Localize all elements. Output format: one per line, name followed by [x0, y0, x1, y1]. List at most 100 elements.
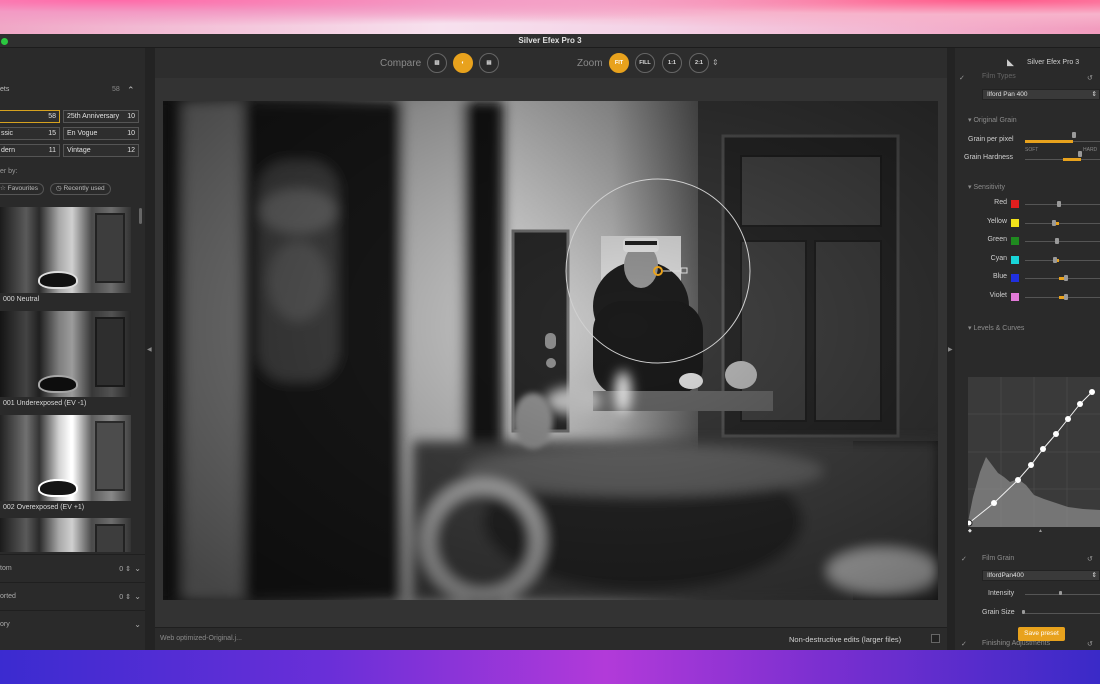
- preset-thumbnail-overexposed[interactable]: [0, 415, 131, 501]
- film-grain-label: Film Grain: [982, 555, 1015, 562]
- chevron-updown-icon: ⇕: [1091, 572, 1097, 579]
- grain-hardness-knob[interactable]: [1078, 151, 1082, 157]
- grain-hard-label: HARD: [1083, 147, 1098, 153]
- zoom-1-1-button[interactable]: 1:1: [662, 53, 682, 73]
- midpoint-handle[interactable]: ▲: [1038, 528, 1043, 534]
- intensity-label: Intensity: [988, 590, 1015, 597]
- presets-header-count: 58: [112, 86, 120, 93]
- photo-preview[interactable]: [163, 101, 938, 600]
- right-panel-collapse-handle[interactable]: ▶: [947, 48, 955, 650]
- checkmark-icon[interactable]: ✓: [959, 74, 965, 82]
- sensitivity-slider-cyan[interactable]: [1025, 259, 1100, 261]
- grain-hardness-label: Grain Hardness: [964, 154, 1014, 161]
- zoom-stepper-icon[interactable]: ⇕: [712, 58, 719, 67]
- left-panel-collapse-handle[interactable]: ◀: [145, 48, 155, 650]
- chevron-down-icon[interactable]: ⌄: [134, 592, 141, 601]
- black-point-handle[interactable]: ◆: [968, 528, 972, 534]
- split-view-icon: ◐: [461, 60, 465, 66]
- finishing-adjustments-label: Finishing Adjustments: [982, 640, 1051, 647]
- sensitivity-slider-yellow[interactable]: [1025, 222, 1100, 224]
- preset-category-vintage[interactable]: Vintage 12: [63, 144, 139, 157]
- compare-original-button[interactable]: ▤: [479, 53, 499, 73]
- chevron-down-icon[interactable]: ⌄: [134, 620, 141, 629]
- sensitivity-label-green: Green: [987, 236, 1007, 243]
- left-section-custom[interactable]: tom 0 ⇕ ⌄: [0, 554, 145, 582]
- reset-icon[interactable]: ↺: [1087, 640, 1093, 648]
- preset-thumbnail-neutral[interactable]: [0, 207, 131, 293]
- sensitivity-knob-red[interactable]: [1056, 201, 1061, 207]
- zoom-2-1-button[interactable]: 2:1: [689, 53, 709, 73]
- levels-curves-section[interactable]: ▾ Levels & Curves: [968, 324, 1024, 332]
- left-section-history[interactable]: ory ⌄: [0, 610, 145, 638]
- desktop-wallpaper-top: [0, 0, 1100, 34]
- preset-category-modern[interactable]: dern 11: [0, 144, 60, 157]
- preset-thumbnail-next[interactable]: [0, 518, 131, 552]
- photo-image: [163, 101, 938, 600]
- filter-favourites-button[interactable]: ☆ Favourites: [0, 183, 44, 195]
- preset-category-en-vogue[interactable]: En Vogue 10: [63, 127, 139, 140]
- checkmark-icon[interactable]: ✓: [961, 555, 967, 563]
- grain-size-slider[interactable]: [1025, 613, 1100, 614]
- sensitivity-knob-violet[interactable]: [1064, 293, 1069, 300]
- original-grain-section[interactable]: ▾ Original Grain: [968, 116, 1017, 124]
- sensitivity-label-yellow: Yellow: [987, 217, 1007, 225]
- sensitivity-slider-green[interactable]: [1025, 241, 1100, 242]
- sensitivity-slider-red[interactable]: [1025, 204, 1100, 205]
- grain-per-pixel-label: Grain per pixel: [968, 136, 1014, 143]
- reset-icon[interactable]: ↺: [1087, 555, 1093, 563]
- filter-label: er by:: [0, 168, 18, 175]
- preset-thumbnail-label: 001 Underexposed (EV -1): [3, 400, 87, 407]
- film-type-dropdown[interactable]: Ilford Pan 400 ⇕: [982, 89, 1100, 100]
- nondestructive-checkbox[interactable]: [931, 634, 940, 643]
- chevron-up-icon[interactable]: ⌃: [127, 85, 135, 96]
- preset-thumbnail-label: 000 Neutral: [3, 296, 40, 303]
- grain-size-knob[interactable]: [1022, 610, 1025, 614]
- preview-toolbar: Compare ▨ ◐ ▤ Zoom FIT FILL 1:1 2:1 ⇕: [155, 48, 947, 78]
- sensitivity-knob-cyan[interactable]: [1053, 256, 1057, 263]
- save-preset-button[interactable]: Save preset: [1018, 627, 1065, 641]
- reset-icon[interactable]: ↺: [1087, 74, 1093, 82]
- color-swatch-yellow: [1011, 218, 1019, 227]
- curve-chart: [968, 377, 1100, 527]
- preset-thumbnail-underexposed[interactable]: [0, 311, 131, 397]
- sensitivity-knob-green[interactable]: [1054, 238, 1059, 244]
- filename-label: Web optimized-Original.j...: [160, 635, 242, 642]
- color-swatch-violet: [1011, 292, 1019, 301]
- title-bar[interactable]: Silver Efex Pro 3: [0, 34, 1100, 48]
- grain-size-label: Grain Size: [982, 609, 1015, 616]
- preset-category-all[interactable]: 58: [0, 110, 60, 123]
- adjustments-panel: ◣ Silver Efex Pro 3 ✓ Film Types ↺ Ilfor…: [955, 48, 1100, 650]
- compare-label: Compare: [380, 58, 422, 69]
- brand-label: Silver Efex Pro 3: [1027, 59, 1080, 66]
- color-swatch-cyan: [1011, 255, 1019, 264]
- thumbnail-scrollbar[interactable]: [139, 208, 142, 224]
- chevron-down-icon[interactable]: ⌄: [134, 564, 141, 573]
- zoom-fill-button[interactable]: FILL: [635, 53, 655, 73]
- film-grain-dropdown[interactable]: IlfordPan400 ⇕: [982, 570, 1100, 581]
- sensitivity-label-red: Red: [994, 199, 1007, 206]
- left-section-imported[interactable]: orted 0 ⇕ ⌄: [0, 582, 145, 610]
- grain-per-pixel-knob[interactable]: [1072, 132, 1076, 138]
- checkmark-icon[interactable]: ✓: [961, 640, 967, 648]
- filter-recent-button[interactable]: ◷ Recently used: [50, 183, 111, 195]
- levels-curves-graph[interactable]: [968, 377, 1100, 527]
- intensity-knob[interactable]: [1059, 591, 1062, 595]
- nondestructive-label: Non-destructive edits (larger files): [789, 635, 902, 644]
- sensitivity-section[interactable]: ▾ Sensitivity: [968, 183, 1005, 191]
- preset-category-25th-anniversary[interactable]: 25th Anniversary 10: [63, 110, 139, 123]
- compare-side-by-side-button[interactable]: ◐: [453, 53, 473, 73]
- grain-hardness-fill: [1063, 158, 1081, 161]
- sensitivity-knob-blue[interactable]: [1064, 275, 1069, 281]
- zoom-fit-button[interactable]: FIT: [609, 53, 629, 73]
- levels-strip[interactable]: ◆ ▲: [968, 528, 1100, 534]
- compare-split-button[interactable]: ▨: [427, 53, 447, 73]
- sensitivity-knob-yellow[interactable]: [1051, 219, 1056, 226]
- chevron-updown-icon: ⇕: [1091, 91, 1097, 98]
- intensity-slider[interactable]: [1025, 594, 1100, 595]
- film-types-label: Film Types: [982, 73, 1016, 80]
- sensitivity-label-blue: Blue: [992, 273, 1007, 280]
- color-swatch-blue: [1011, 274, 1019, 282]
- preset-category-classic[interactable]: ssic 15: [0, 127, 60, 140]
- window-zoom-button[interactable]: [1, 38, 8, 45]
- presets-header[interactable]: ets 58 ⌃: [0, 85, 145, 98]
